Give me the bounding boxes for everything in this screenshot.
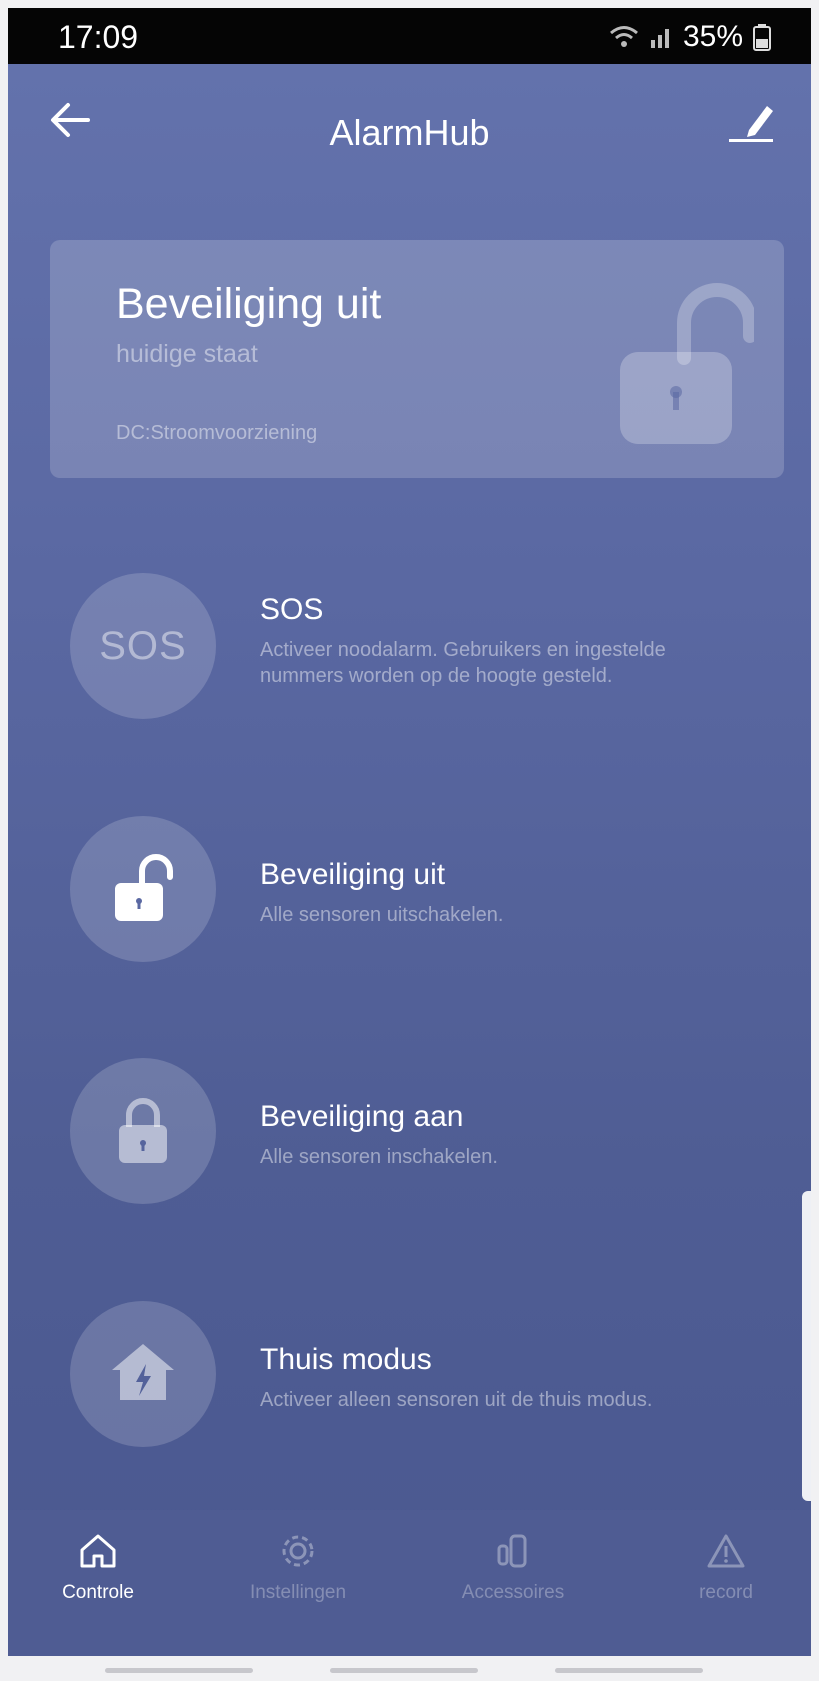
home-mode-action[interactable]: Thuis modus Activeer alleen sensoren uit…: [70, 1301, 770, 1447]
arm-action[interactable]: Beveiliging aan Alle sensoren inschakele…: [70, 1058, 770, 1204]
security-status-card: Beveiliging uit huidige staat DC:Stroomv…: [50, 240, 784, 478]
sensor-icon: [433, 1532, 593, 1570]
tab-instellingen-label: Instellingen: [249, 1582, 347, 1603]
tab-accessoires-label: Accessoires: [461, 1582, 565, 1603]
arm-circle[interactable]: [70, 1058, 216, 1204]
tab-instellingen[interactable]: Instellingen: [218, 1532, 378, 1632]
battery-icon: [753, 23, 771, 51]
home-mode-description: Activeer alleen sensoren uit de thuis mo…: [260, 1389, 653, 1411]
tab-record-label: record: [699, 1582, 753, 1603]
edit-pencil-icon[interactable]: [727, 98, 775, 146]
gear-icon: [218, 1532, 378, 1570]
power-source-label: DC:Stroomvoorziening: [116, 422, 318, 444]
tab-controle[interactable]: Controle: [18, 1532, 178, 1632]
signal-icon: [649, 24, 673, 50]
status-bar: 17:09 35%: [8, 8, 811, 64]
tab-controle-label: Controle: [62, 1582, 134, 1603]
home-icon: [108, 1340, 178, 1409]
warning-icon: [646, 1532, 806, 1570]
security-state-subtitle: huidige staat: [116, 340, 258, 368]
page-title: AlarmHub: [329, 112, 490, 153]
home-mode-circle[interactable]: [70, 1301, 216, 1447]
status-time: 17:09: [58, 19, 139, 55]
arm-title: Beveiliging aan: [260, 1100, 464, 1133]
home-icon: [18, 1532, 178, 1570]
app-bar: AlarmHub: [8, 64, 811, 174]
tab-record[interactable]: record: [646, 1532, 806, 1632]
side-panel-handle[interactable]: [802, 1191, 811, 1501]
battery-level: 35%: [682, 20, 743, 53]
tab-accessoires[interactable]: Accessoires: [433, 1532, 593, 1632]
disarm-title: Beveiliging uit: [260, 858, 446, 891]
security-state-title: Beveiliging uit: [116, 280, 382, 328]
disarm-circle[interactable]: [70, 816, 216, 962]
sos-description: Activeer noodalarm. Gebruikers en ingest…: [260, 639, 666, 687]
system-indicators: 35%: [609, 20, 771, 54]
sos-icon: SOS: [99, 623, 187, 668]
sos-action[interactable]: SOS SOS Activeer noodalarm. Gebruikers e…: [70, 573, 770, 719]
unlocked-padlock-icon: [614, 278, 757, 448]
gesture-bar-left: [105, 1668, 253, 1673]
disarm-description: Alle sensoren uitschakelen.: [260, 904, 504, 926]
gesture-bar-right: [555, 1668, 703, 1673]
wifi-icon: [609, 24, 639, 50]
lock-icon: [113, 1093, 173, 1170]
unlock-icon: [113, 851, 173, 928]
disarm-action[interactable]: Beveiliging uit Alle sensoren uitschakel…: [70, 816, 770, 962]
gesture-bar-center: [330, 1668, 478, 1673]
arm-description: Alle sensoren inschakelen.: [260, 1146, 498, 1168]
bottom-navigation: Controle Instellingen Accessoires record: [8, 1510, 811, 1656]
sos-circle[interactable]: SOS: [70, 573, 216, 719]
sos-title: SOS: [260, 593, 324, 626]
app-screen: 17:09 35% AlarmHub Beveiliging uit huidi…: [8, 8, 811, 1656]
home-mode-title: Thuis modus: [260, 1343, 432, 1376]
